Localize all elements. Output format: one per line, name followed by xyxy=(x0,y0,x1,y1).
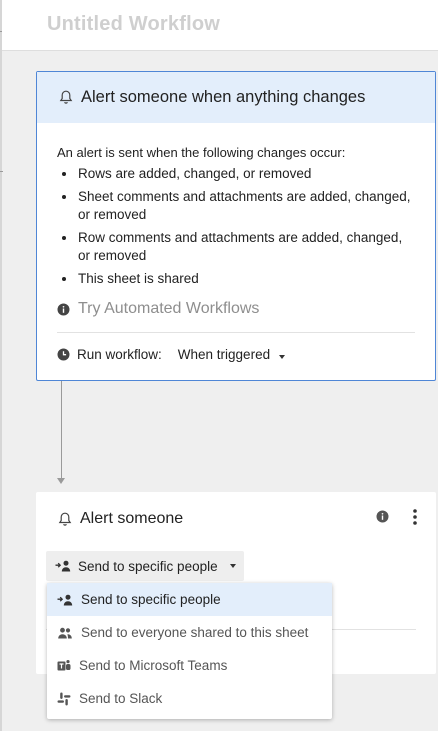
bell-icon xyxy=(58,512,72,527)
recipient-dropdown-menu: Send to specific people Send to everyone… xyxy=(47,583,332,719)
trigger-body: An alert is sent when the following chan… xyxy=(37,123,435,362)
list-item: Rows are added, changed, or removed xyxy=(57,165,415,183)
list-item: Row comments and attachments are added, … xyxy=(57,229,415,265)
caret-down-icon xyxy=(229,564,236,568)
menu-item-label: Send to Slack xyxy=(79,691,163,706)
menu-item-everyone-shared[interactable]: Send to everyone shared to this sheet xyxy=(47,616,332,649)
menu-item-label: Send to Microsoft Teams xyxy=(79,658,228,673)
trigger-header: Alert someone when anything changes xyxy=(37,72,435,123)
try-automated-workflows-link[interactable]: Try Automated Workflows xyxy=(57,300,415,318)
trigger-title: Alert someone when anything changes xyxy=(81,88,366,106)
more-options-icon[interactable] xyxy=(412,508,418,526)
recipient-type-button[interactable]: Send to specific people xyxy=(46,551,244,581)
run-workflow-value: When triggered xyxy=(177,347,271,362)
people-icon xyxy=(57,627,73,639)
header-bar: Untitled Workflow xyxy=(2,0,438,51)
menu-item-label: Send to specific people xyxy=(81,592,221,607)
recipient-type-label: Send to specific people xyxy=(78,558,218,574)
slack-icon xyxy=(57,692,71,706)
divider xyxy=(57,332,415,333)
person-add-icon xyxy=(57,594,73,606)
menu-item-slack[interactable]: Send to Slack xyxy=(47,682,332,715)
list-item: This sheet is shared xyxy=(57,270,415,288)
menu-item-specific-people[interactable]: Send to specific people xyxy=(47,583,332,616)
clock-icon xyxy=(57,348,70,361)
teams-icon xyxy=(57,659,71,673)
arrow-down-icon xyxy=(57,478,65,484)
list-item: Sheet comments and attachments are added… xyxy=(57,188,415,224)
run-workflow-row: Run workflow: When triggered xyxy=(57,347,415,362)
info-icon xyxy=(57,303,70,316)
menu-item-microsoft-teams[interactable]: Send to Microsoft Teams xyxy=(47,649,332,682)
changes-list: Rows are added, changed, or removed Shee… xyxy=(57,165,415,288)
menu-item-label: Send to everyone shared to this sheet xyxy=(81,625,309,640)
trigger-card[interactable]: Alert someone when anything changes An a… xyxy=(36,71,436,381)
run-workflow-label: Run workflow: xyxy=(77,347,162,362)
connector-line xyxy=(61,381,62,478)
bell-icon xyxy=(59,90,73,105)
left-edge-strip xyxy=(0,0,2,731)
person-add-icon xyxy=(55,560,71,572)
left-edge-tick xyxy=(0,171,3,172)
run-workflow-select[interactable]: When triggered xyxy=(177,347,286,362)
info-icon[interactable] xyxy=(376,510,389,523)
action-title: Alert someone xyxy=(80,510,184,527)
workflow-title[interactable]: Untitled Workflow xyxy=(47,13,220,36)
action-header: Alert someone xyxy=(58,510,183,528)
trigger-description: An alert is sent when the following chan… xyxy=(57,145,346,160)
try-automated-workflows-label: Try Automated Workflows xyxy=(78,300,260,317)
caret-down-icon xyxy=(279,355,286,359)
